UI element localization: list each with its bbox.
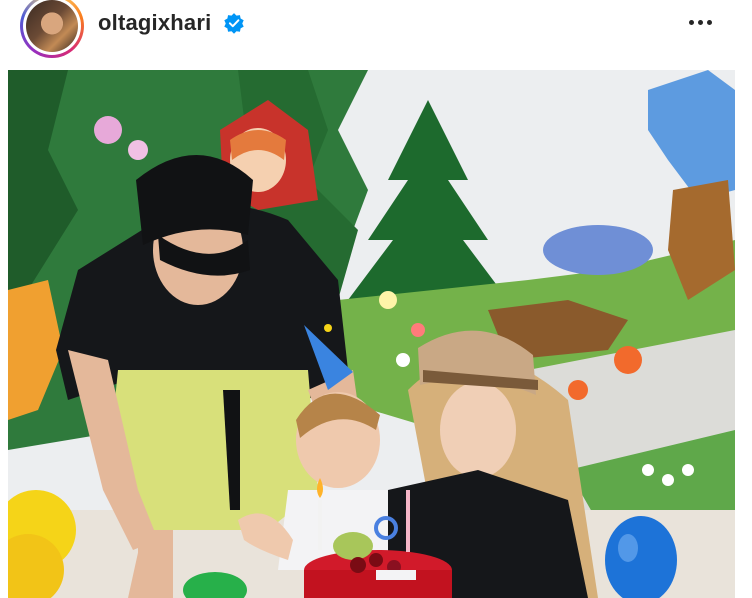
dot (688, 19, 694, 25)
avatar-border (23, 0, 81, 55)
username-link[interactable]: oltagixhari (98, 10, 211, 36)
dot (706, 19, 712, 25)
post-media-photo[interactable] (8, 70, 735, 598)
more-options-button[interactable] (682, 8, 718, 36)
dot (697, 19, 703, 25)
profile-avatar[interactable] (20, 0, 84, 58)
birthday-scene-illustration (8, 70, 735, 598)
avatar-photo (26, 0, 78, 52)
verified-badge-icon (224, 13, 244, 34)
post-header: oltagixhari (0, 0, 752, 62)
